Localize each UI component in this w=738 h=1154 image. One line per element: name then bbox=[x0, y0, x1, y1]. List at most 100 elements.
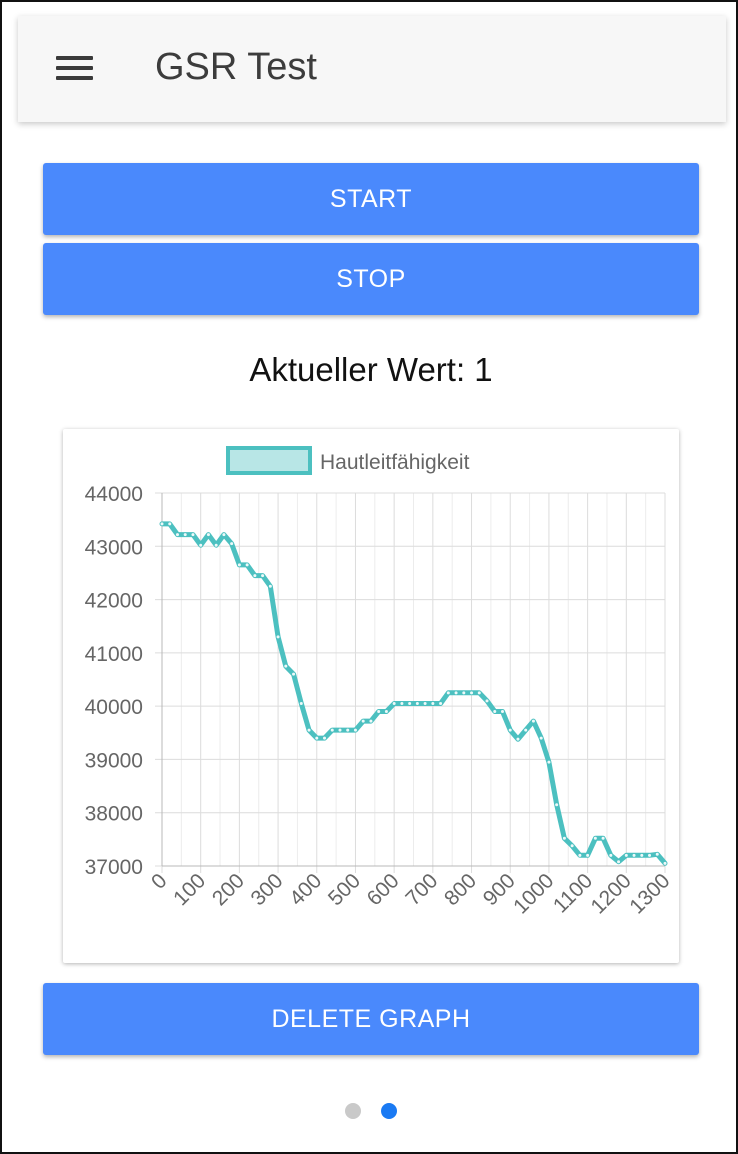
series-point bbox=[284, 664, 288, 668]
current-value-number: 1 bbox=[474, 351, 493, 388]
x-tick-label: 500 bbox=[324, 869, 365, 910]
legend-swatch bbox=[226, 446, 312, 475]
series-point bbox=[648, 853, 652, 857]
series-point bbox=[555, 803, 559, 807]
series-point bbox=[601, 836, 605, 840]
series-point bbox=[446, 691, 450, 695]
series-point bbox=[199, 543, 203, 547]
x-tick-label: 1000 bbox=[509, 869, 558, 918]
menu-line-bottom bbox=[56, 76, 93, 80]
series-point bbox=[485, 699, 489, 703]
series-point bbox=[609, 853, 613, 857]
y-tick-label: 44000 bbox=[85, 483, 143, 506]
y-tick-label: 41000 bbox=[85, 643, 143, 666]
series-point bbox=[307, 728, 311, 732]
series-point bbox=[323, 736, 327, 740]
series-point bbox=[175, 533, 179, 537]
series-point bbox=[531, 719, 535, 723]
chart-card: 37000 38000 39000 40000 41000 42000 43000 44000… bbox=[63, 429, 679, 963]
series-point bbox=[655, 852, 659, 856]
series-point bbox=[369, 719, 373, 723]
series-point bbox=[168, 522, 172, 526]
x-tick-label: 300 bbox=[247, 869, 288, 910]
series-point bbox=[632, 853, 636, 857]
series-point bbox=[593, 836, 597, 840]
series-point bbox=[400, 701, 404, 705]
series-point bbox=[640, 853, 644, 857]
series-point bbox=[183, 533, 187, 537]
series-point bbox=[415, 701, 419, 705]
series-point bbox=[261, 574, 265, 578]
page-dot-2[interactable] bbox=[381, 1103, 397, 1119]
series-point bbox=[346, 728, 350, 732]
series-point bbox=[222, 533, 226, 537]
series-point bbox=[299, 701, 303, 705]
x-tick-label: 700 bbox=[401, 869, 442, 910]
series-point bbox=[508, 728, 512, 732]
series-point bbox=[586, 853, 590, 857]
x-tick-label: 1200 bbox=[587, 869, 636, 918]
x-tick-label: 1300 bbox=[625, 869, 674, 918]
y-tick-label: 42000 bbox=[85, 590, 143, 613]
series-point bbox=[377, 709, 381, 713]
x-tick-label: 400 bbox=[285, 869, 326, 910]
x-tick-label: 100 bbox=[169, 869, 210, 910]
menu-line-top bbox=[56, 56, 93, 60]
series-point bbox=[253, 574, 257, 578]
y-tick-label: 38000 bbox=[85, 803, 143, 826]
series-point bbox=[237, 563, 241, 567]
delete-graph-button[interactable]: DELETE GRAPH bbox=[43, 983, 699, 1055]
screen-frame: GSR Test START STOP Aktueller Wert: 1 37… bbox=[0, 0, 738, 1154]
series-point bbox=[330, 728, 334, 732]
y-tick-label: 37000 bbox=[85, 856, 143, 879]
series-point bbox=[292, 672, 296, 676]
series-point bbox=[500, 709, 504, 713]
series-point bbox=[214, 543, 218, 547]
menu-line-middle bbox=[56, 66, 93, 70]
series-point bbox=[477, 691, 481, 695]
y-tick-label: 40000 bbox=[85, 696, 143, 719]
x-tick-label: 800 bbox=[440, 869, 481, 910]
series-point bbox=[617, 860, 621, 864]
series-point bbox=[539, 736, 543, 740]
series-point bbox=[663, 861, 667, 865]
series-point bbox=[423, 701, 427, 705]
series-point bbox=[353, 728, 357, 732]
stop-button[interactable]: STOP bbox=[43, 243, 699, 315]
series-point bbox=[516, 737, 520, 741]
series-point bbox=[547, 760, 551, 764]
y-tick-label: 39000 bbox=[85, 749, 143, 772]
start-button[interactable]: START bbox=[43, 163, 699, 235]
gsr-line-chart: 37000 38000 39000 40000 41000 42000 43000 44000… bbox=[85, 446, 675, 919]
series-point bbox=[524, 728, 528, 732]
series-point bbox=[191, 533, 195, 537]
page-dot-1[interactable] bbox=[345, 1103, 361, 1119]
series-point bbox=[338, 728, 342, 732]
series-point bbox=[470, 691, 474, 695]
app-bar: GSR Test bbox=[18, 16, 726, 122]
series-point bbox=[206, 533, 210, 537]
series-point bbox=[276, 635, 280, 639]
series-point bbox=[230, 542, 234, 546]
current-value-display: Aktueller Wert: 1 bbox=[2, 348, 738, 392]
series-point bbox=[245, 563, 249, 567]
series-point bbox=[392, 701, 396, 705]
series-point bbox=[384, 709, 388, 713]
series-point bbox=[315, 736, 319, 740]
y-tick-label: 43000 bbox=[85, 536, 143, 559]
series-point bbox=[493, 709, 497, 713]
series-point bbox=[160, 522, 164, 526]
series-point bbox=[562, 836, 566, 840]
series-point bbox=[624, 853, 628, 857]
legend-label: Hautleitfähigkeit bbox=[320, 451, 470, 474]
series-point bbox=[408, 701, 412, 705]
series-point bbox=[578, 853, 582, 857]
series-point bbox=[431, 701, 435, 705]
series-point bbox=[462, 691, 466, 695]
x-tick-label: 0 bbox=[147, 869, 172, 894]
series-point bbox=[268, 584, 272, 588]
hamburger-menu-icon[interactable] bbox=[56, 54, 94, 82]
series-point bbox=[361, 719, 365, 723]
page-indicator bbox=[2, 1103, 738, 1119]
app-title: GSR Test bbox=[155, 46, 317, 88]
